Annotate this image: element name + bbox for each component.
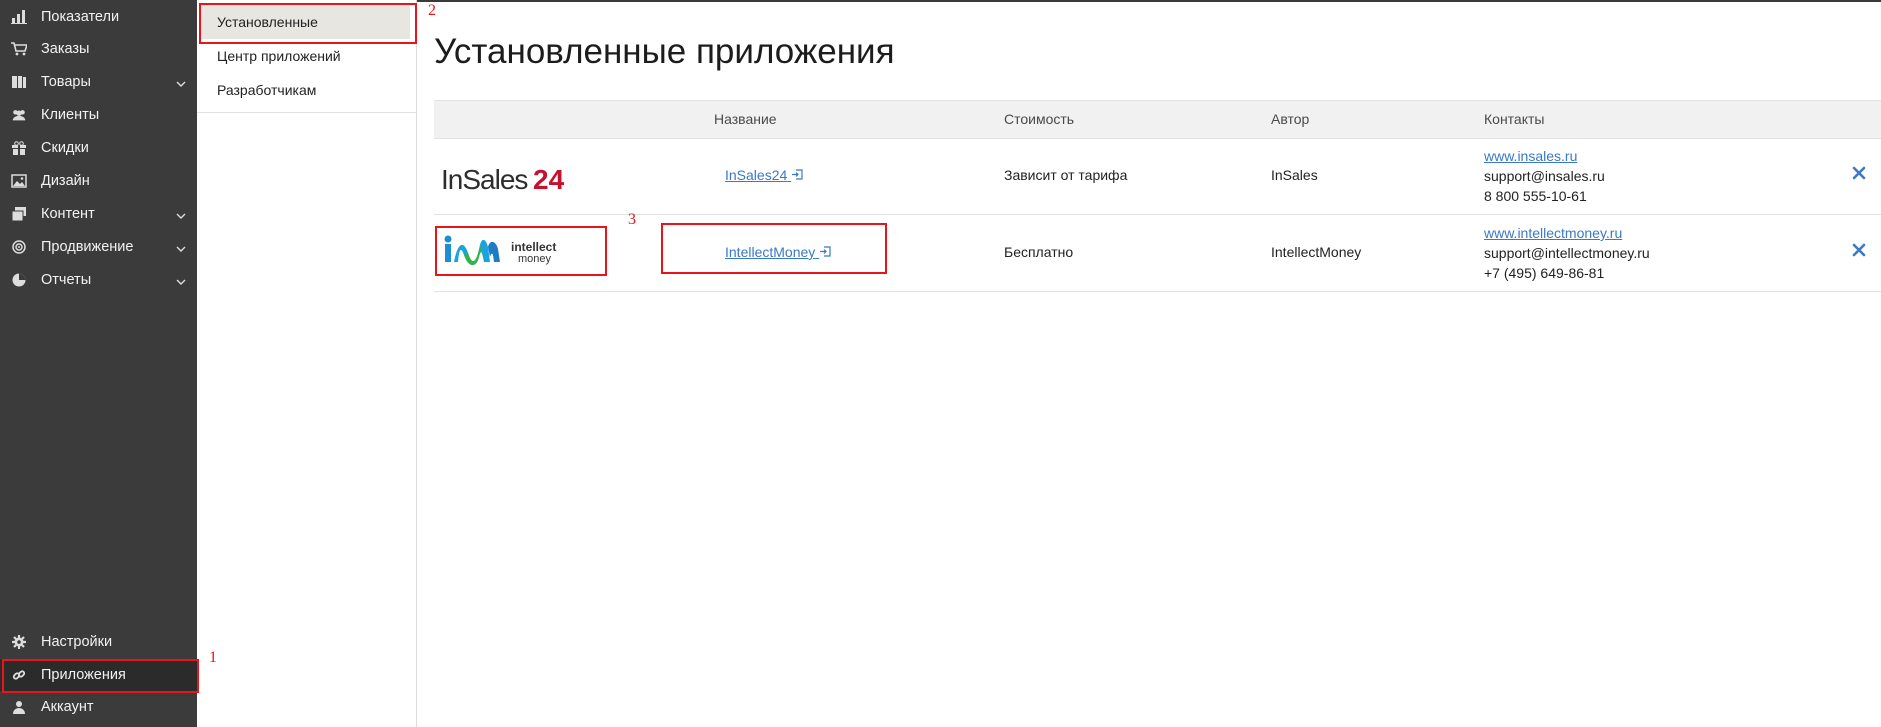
app-link-intellectmoney[interactable]: IntellectMoney: [725, 244, 831, 260]
sidebar-item-label: Заказы: [41, 41, 90, 57]
app-link-insales24[interactable]: InSales24: [725, 167, 803, 183]
image-icon: [11, 173, 27, 189]
gear-icon: [11, 634, 27, 650]
sidebar-item-products[interactable]: Товары: [0, 66, 197, 98]
sidebar-item-dashboard[interactable]: Показатели: [0, 1, 197, 33]
column-header-name: Название: [714, 111, 777, 127]
page-title: Установленные приложения: [434, 32, 895, 71]
sidebar-item-label: Контент: [41, 206, 95, 222]
sidebar-item-label: Скидки: [41, 140, 89, 156]
user-icon: [11, 699, 27, 715]
close-icon[interactable]: [1851, 242, 1867, 258]
sidebar-item-label: Настройки: [41, 634, 113, 650]
table-row: intellect money IntellectMoney Бесплатно…: [434, 215, 1881, 292]
contact-site-link[interactable]: www.intellectmoney.ru: [1484, 225, 1622, 241]
column-header-cost: Стоимость: [1004, 111, 1075, 127]
sidebar-item-label: Приложения: [41, 667, 126, 683]
svg-text:money: money: [518, 253, 552, 265]
chevron-down-icon: [176, 241, 186, 257]
apps-submenu: Установленные Центр приложений Разработч…: [197, 0, 416, 113]
intellectmoney-logo: intellect money: [442, 231, 582, 272]
sidebar-item-label: Дизайн: [41, 173, 90, 189]
sidebar-item-account[interactable]: Аккаунт: [0, 691, 197, 723]
contact-phone: +7 (495) 649-86-81: [1484, 265, 1605, 281]
sidebar-item-label: Товары: [41, 74, 91, 90]
chevron-down-icon: [176, 76, 186, 92]
annotation-number: 3: [628, 211, 636, 228]
layers-icon: [11, 206, 27, 222]
sidebar-item-promotion[interactable]: Продвижение: [0, 231, 197, 263]
sidebar-item-settings[interactable]: Настройки: [0, 626, 197, 658]
sidebar-item-apps[interactable]: Приложения: [0, 659, 197, 691]
external-link-icon: [820, 246, 831, 257]
chevron-down-icon: [176, 208, 186, 224]
sidebar-item-discounts[interactable]: Скидки: [0, 132, 197, 164]
app-author: InSales: [1271, 167, 1318, 183]
sidebar-item-clients[interactable]: Клиенты: [0, 99, 197, 131]
contact-email: support@insales.ru: [1484, 168, 1605, 184]
cart-icon: [11, 41, 27, 57]
svg-text:24: 24: [533, 164, 565, 193]
external-link-icon: [792, 169, 803, 180]
close-icon[interactable]: [1851, 165, 1867, 181]
sidebar-item-orders[interactable]: Заказы: [0, 33, 197, 65]
chevron-down-icon: [176, 274, 186, 290]
gift-icon: [11, 140, 27, 156]
column-header-contacts: Контакты: [1484, 111, 1545, 127]
sidebar-item-label: Продвижение: [41, 239, 134, 255]
sidebar-item-label: Аккаунт: [41, 699, 94, 715]
sidebar-item-reports[interactable]: Отчеты: [0, 264, 197, 296]
column-header-author: Автор: [1271, 111, 1310, 127]
app-cost: Зависит от тарифа: [1004, 167, 1128, 183]
main-sidebar: Показатели Заказы Товары Клиенты Скидки …: [0, 0, 197, 727]
sidebar-item-label: Показатели: [41, 9, 120, 25]
app-author: IntellectMoney: [1271, 244, 1362, 260]
submenu-item-developers[interactable]: Разработчикам: [197, 73, 416, 107]
bar-chart-icon: [11, 9, 27, 25]
pie-chart-icon: [11, 272, 27, 288]
submenu-divider: [416, 0, 417, 727]
app-cost: Бесплатно: [1004, 244, 1074, 260]
link-icon: [11, 667, 27, 683]
submenu-item-installed[interactable]: Установленные: [201, 5, 410, 39]
app-contacts: www.insales.ru support@insales.ru 8 800 …: [1484, 146, 1605, 206]
table-row: InSales 24 InSales24 Зависит от тарифа I…: [434, 138, 1881, 215]
sidebar-item-label: Клиенты: [41, 107, 100, 123]
svg-text:InSales: InSales: [441, 164, 527, 193]
sidebar-item-label: Отчеты: [41, 272, 92, 288]
contact-phone: 8 800 555-10-61: [1484, 188, 1587, 204]
sidebar-item-content[interactable]: Контент: [0, 198, 197, 230]
submenu-item-app-center[interactable]: Центр приложений: [197, 39, 416, 73]
svg-text:intellect: intellect: [511, 240, 556, 254]
app-contacts: www.intellectmoney.ru support@intellectm…: [1484, 223, 1650, 283]
book-icon: [11, 74, 27, 90]
annotation-number: 1: [209, 649, 217, 666]
annotation-number: 2: [428, 2, 436, 19]
contact-email: support@intellectmoney.ru: [1484, 245, 1650, 261]
sidebar-item-design[interactable]: Дизайн: [0, 165, 197, 197]
users-icon: [11, 107, 27, 123]
target-icon: [11, 239, 27, 255]
insales24-logo: InSales 24: [441, 163, 571, 198]
table-header: Название Стоимость Автор Контакты: [434, 100, 1881, 139]
contact-site-link[interactable]: www.insales.ru: [1484, 148, 1577, 164]
